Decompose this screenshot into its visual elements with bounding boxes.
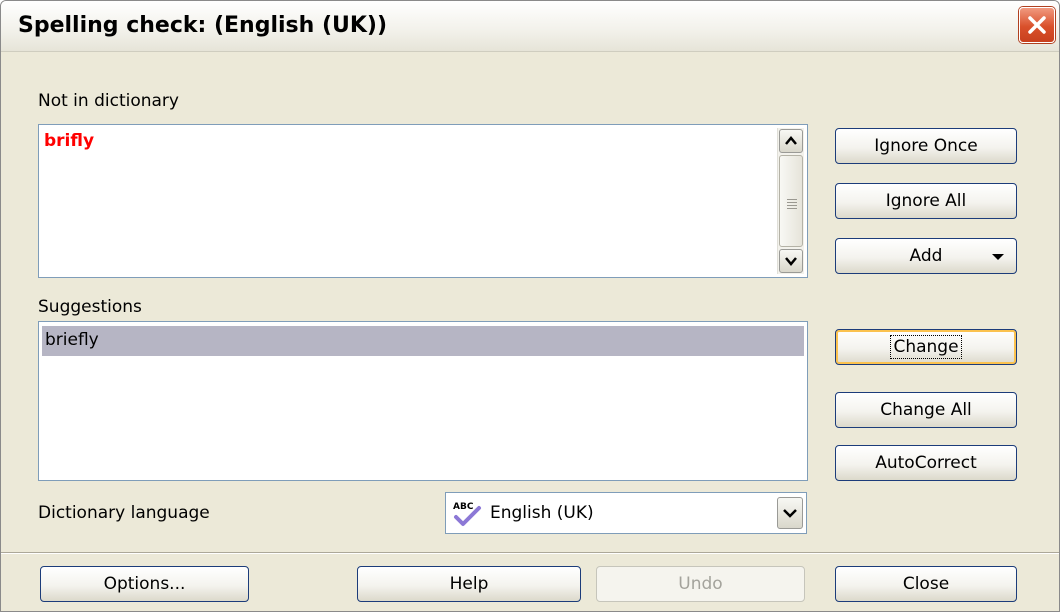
chevron-down-icon [783, 509, 797, 518]
help-button[interactable]: Help [357, 566, 581, 602]
options-button[interactable]: Options... [40, 566, 249, 602]
close-button[interactable]: Close [835, 566, 1017, 602]
not-in-dictionary-label: Not in dictionary [38, 91, 179, 111]
autocorrect-button[interactable]: AutoCorrect [835, 445, 1017, 481]
window-title: Spelling check: (English (UK)) [18, 13, 388, 38]
change-button-label: Change [890, 335, 962, 359]
suggestion-item-text: briefly [45, 330, 99, 350]
chevron-up-icon [785, 136, 797, 145]
separator [1, 552, 1059, 554]
svg-text:ABC: ABC [453, 502, 474, 512]
chevron-down-icon [785, 257, 797, 266]
add-button-label: Add [909, 246, 943, 266]
dictionary-language-select[interactable]: ABC English (UK) [445, 492, 807, 534]
dictionary-language-value: English (UK) [490, 503, 594, 523]
close-window-button[interactable] [1019, 7, 1055, 43]
scroll-thumb[interactable] [779, 155, 803, 247]
dropdown-arrow-icon [992, 254, 1004, 260]
change-button[interactable]: Change [835, 329, 1017, 365]
undo-button: Undo [596, 566, 805, 602]
ignore-once-button[interactable]: Ignore Once [835, 128, 1017, 164]
scroll-down-button[interactable] [779, 249, 803, 273]
vertical-scrollbar[interactable] [777, 128, 804, 274]
suggestion-item[interactable]: briefly [42, 326, 804, 356]
add-button[interactable]: Add [835, 238, 1017, 274]
spellcheck-abc-icon: ABC [453, 502, 481, 526]
suggestions-list[interactable]: briefly [38, 321, 808, 481]
change-all-button[interactable]: Change All [835, 392, 1017, 428]
spelling-dialog: Spelling check: (English (UK)) Not in di… [0, 0, 1060, 612]
dictionary-language-dropdown-button[interactable] [777, 497, 803, 529]
scroll-up-button[interactable] [779, 129, 803, 153]
ignore-all-button[interactable]: Ignore All [835, 183, 1017, 219]
suggestions-label: Suggestions [38, 297, 142, 317]
dictionary-language-label: Dictionary language [38, 503, 210, 523]
close-icon [1028, 16, 1046, 34]
misspelt-word[interactable]: brifly [44, 131, 94, 151]
not-in-dictionary-box[interactable]: brifly [38, 124, 808, 278]
title-bar[interactable]: Spelling check: (English (UK)) [1, 1, 1059, 52]
